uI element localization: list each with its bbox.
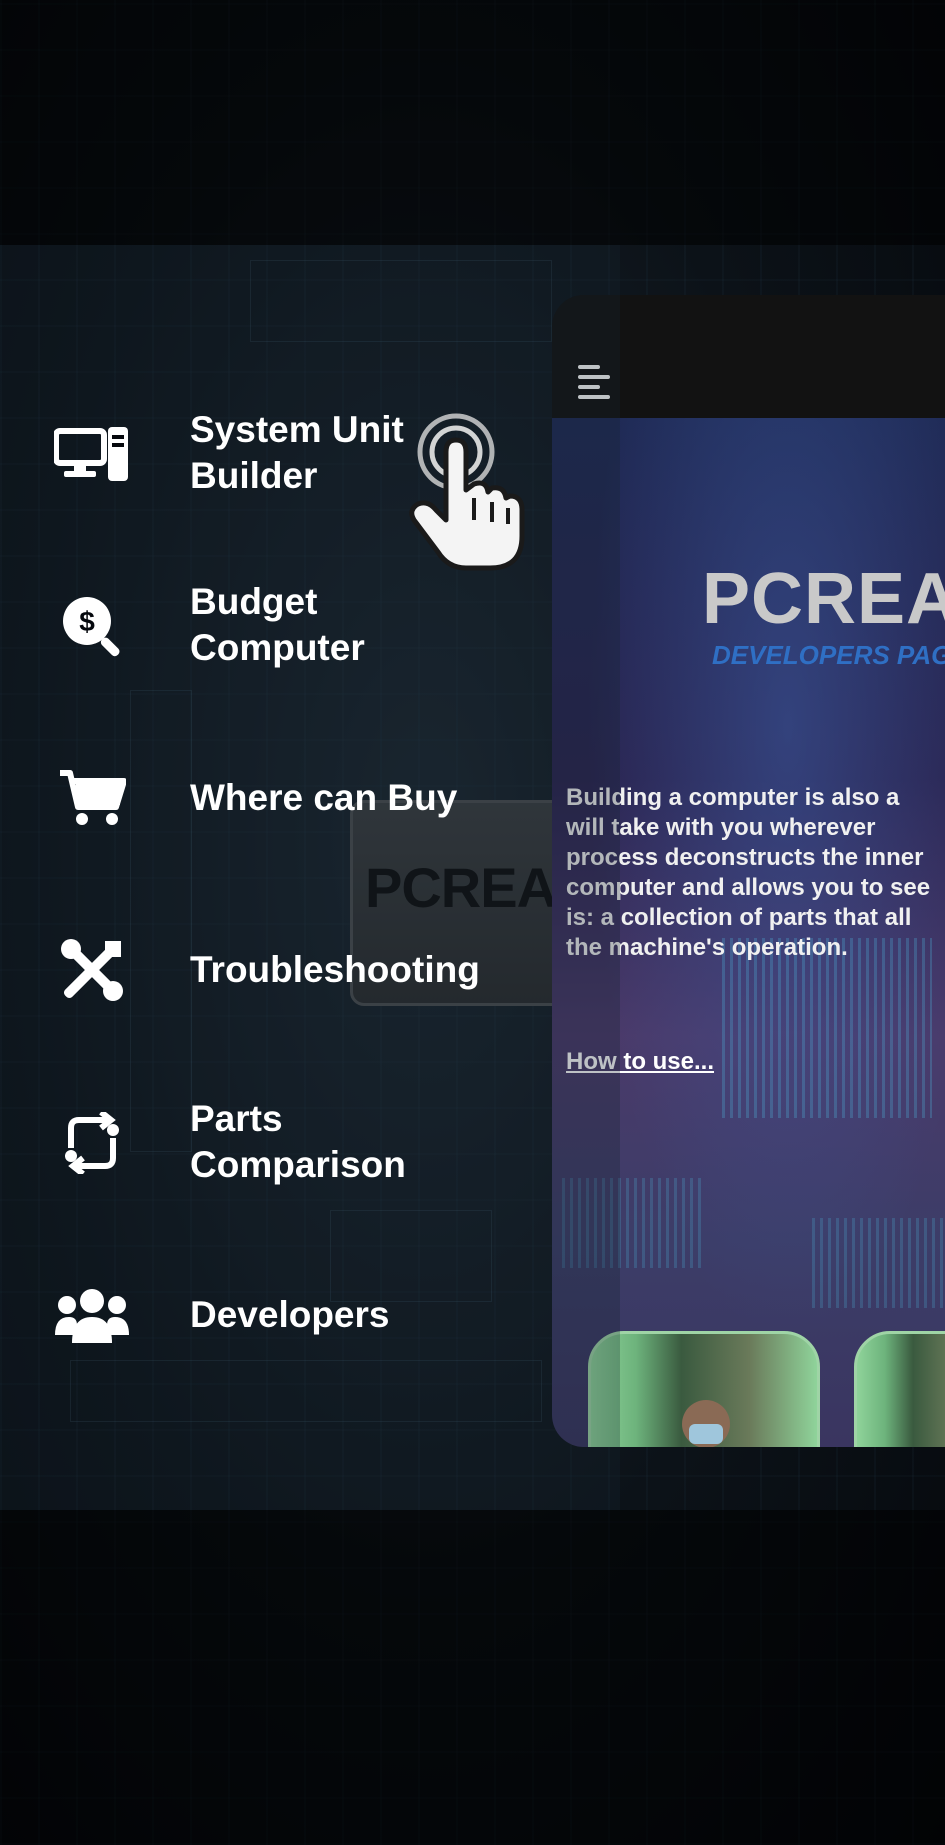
menu-label-line: Builder [190, 455, 318, 496]
menu-label-line: Where can Buy [190, 777, 458, 818]
hero-circuit-glow [722, 938, 932, 1118]
side-navigation-menu: System Unit Builder $ Budget Computer Wh… [0, 0, 560, 1845]
users-icon [52, 1280, 132, 1350]
developer-photo[interactable] [854, 1331, 945, 1447]
menu-label-line: Parts [190, 1098, 283, 1139]
description-line: will take with you wherever [566, 814, 876, 841]
menu-item-label: Parts Comparison [190, 1096, 406, 1188]
developer-photo[interactable] [588, 1331, 820, 1447]
menu-item-label: Where can Buy [190, 775, 457, 821]
svg-text:$: $ [79, 606, 95, 637]
developer-portrait [682, 1400, 730, 1447]
tools-icon [52, 935, 132, 1005]
menu-label-line: Comparison [190, 1144, 406, 1185]
description-line: Building a computer is also a [566, 784, 900, 811]
tap-hand-pointer-icon [408, 412, 538, 577]
menu-label-line: Budget [190, 581, 318, 622]
description-text: Building a computer is also a will take … [566, 783, 945, 963]
menu-item-label: Budget Computer [190, 579, 365, 671]
menu-label-line: System Unit [190, 409, 404, 450]
menu-item-developers[interactable]: Developers [0, 1265, 540, 1365]
shopping-cart-icon [52, 763, 132, 833]
menu-item-troubleshooting[interactable]: Troubleshooting [0, 920, 540, 1020]
search-dollar-icon: $ [52, 591, 132, 661]
menu-item-budget-computer[interactable]: $ Budget Computer [0, 576, 540, 676]
sync-compare-icon [52, 1108, 132, 1178]
description-line: process deconstructs the inner [566, 844, 924, 871]
menu-item-label: System Unit Builder [190, 407, 404, 499]
hero-circuit-glow [812, 1218, 945, 1308]
menu-item-parts-comparison[interactable]: Parts Comparison [0, 1093, 540, 1193]
page-subtitle: DEVELOPERS PAG [712, 640, 945, 670]
menu-item-label: Developers [190, 1292, 390, 1338]
desktop-computer-icon [52, 419, 132, 489]
menu-label-line: Troubleshooting [190, 949, 480, 990]
menu-item-label: Troubleshooting [190, 947, 480, 993]
description-line: the machine's operation. [566, 934, 848, 961]
description-line: computer and allows you to see [566, 874, 931, 901]
menu-item-where-can-buy[interactable]: Where can Buy [0, 748, 540, 848]
menu-label-line: Developers [190, 1294, 390, 1335]
description-line: is: a collection of parts that all [566, 904, 912, 931]
menu-label-line: Computer [190, 627, 365, 668]
app-logo-text: PCREAT [702, 559, 945, 639]
